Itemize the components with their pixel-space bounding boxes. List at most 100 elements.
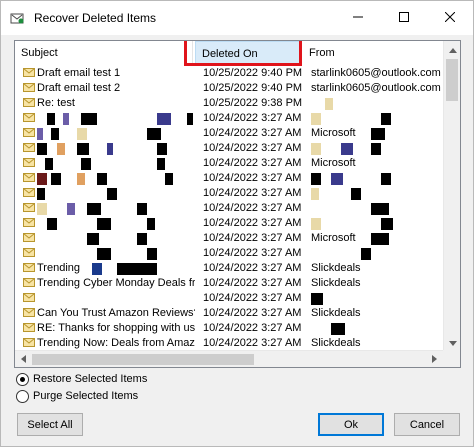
redaction-block xyxy=(371,128,385,140)
redaction-block xyxy=(37,128,43,140)
row-subject-text: Draft email test 2 xyxy=(37,82,121,94)
redaction-block xyxy=(381,218,393,230)
redaction-block xyxy=(157,113,171,125)
row-deleted-on-cell: 10/24/2022 3:27 AM xyxy=(203,337,302,349)
table-row[interactable]: Draft email test 2 10/25/2022 9:40 PM star… xyxy=(15,81,443,96)
table-row[interactable]: 10/24/2022 3:27 AM xyxy=(15,186,443,201)
row-deleted-on-cell: 10/24/2022 3:27 AM xyxy=(203,127,302,139)
redaction-block xyxy=(311,173,321,185)
row-deleted-on-cell: 10/24/2022 3:27 AM xyxy=(203,247,302,259)
envelope-icon xyxy=(23,98,35,107)
table-row[interactable]: 10/24/2022 3:27 AM xyxy=(15,246,443,261)
table-row[interactable]: RE: Thanks for shopping with us! ... 10/2… xyxy=(15,321,443,336)
table-row[interactable]: 10/24/2022 3:27 AM Microsoft xyxy=(15,126,443,141)
deleted-items-list[interactable]: Subject Deleted On From Draft email test… xyxy=(14,40,461,368)
column-header-subject[interactable]: Subject xyxy=(15,41,193,65)
table-row[interactable]: 10/24/2022 3:27 AM Microsoft xyxy=(15,156,443,171)
table-row[interactable]: Can You Trust Amazon Reviews? ... 10/24/2… xyxy=(15,306,443,321)
row-subject-cell: Trending Cyber Monday Deals fro... xyxy=(23,276,195,291)
row-subject-text: Trending xyxy=(37,262,81,274)
scroll-up-icon xyxy=(448,44,457,56)
redaction-block xyxy=(97,218,111,230)
horizontal-scroll-thumb[interactable] xyxy=(32,354,254,365)
title-bar[interactable]: Recover Deleted Items xyxy=(1,1,473,35)
scroll-left-button[interactable] xyxy=(15,351,32,367)
envelope-icon xyxy=(23,68,35,77)
row-from-cell xyxy=(311,291,443,306)
table-row[interactable]: 10/24/2022 3:27 AM xyxy=(15,141,443,156)
row-subject-text: Can You Trust Amazon Reviews? ... xyxy=(37,307,195,319)
redaction-block xyxy=(157,158,165,170)
table-row[interactable]: 10/24/2022 3:27 AM xyxy=(15,201,443,216)
redaction-block xyxy=(77,143,89,155)
redaction-block xyxy=(371,233,389,245)
redaction-block xyxy=(67,203,75,215)
table-row[interactable]: 10/24/2022 3:27 AM xyxy=(15,216,443,231)
minimize-icon xyxy=(353,12,363,25)
redaction-block xyxy=(311,98,323,110)
vertical-scrollbar[interactable] xyxy=(443,41,460,351)
redaction-block xyxy=(37,143,47,155)
table-row[interactable]: Re: test 10/25/2022 9:38 PM xyxy=(15,96,443,111)
envelope-icon xyxy=(23,218,35,227)
row-subject-cell: Draft email test 1 xyxy=(23,66,195,81)
redaction-block xyxy=(361,248,371,260)
row-deleted-on-cell: 10/24/2022 3:27 AM xyxy=(203,322,302,334)
redaction-block xyxy=(47,113,55,125)
close-button[interactable] xyxy=(427,1,473,35)
row-deleted-on-cell: 10/24/2022 3:27 AM xyxy=(203,202,302,214)
row-subject-cell: Trending Now: Deals from Amazo... xyxy=(23,336,195,351)
redaction-block xyxy=(107,143,113,155)
purge-selected-option[interactable]: Purge Selected Items xyxy=(16,388,138,404)
row-from-cell: Microsoft xyxy=(311,157,356,169)
redaction-block xyxy=(137,203,147,215)
row-subject-text: Trending Now: Deals from Amazo... xyxy=(37,337,195,349)
restore-selected-option[interactable]: Restore Selected Items xyxy=(16,371,147,387)
row-subject-cell xyxy=(23,201,195,216)
row-subject-cell: Draft email test 2 xyxy=(23,81,195,96)
row-subject-cell: Re: test xyxy=(23,96,195,111)
horizontal-scrollbar[interactable] xyxy=(15,350,443,367)
row-subject-text: Trending Cyber Monday Deals fro... xyxy=(37,277,195,289)
scroll-right-button[interactable] xyxy=(426,351,443,367)
table-row[interactable]: Trending Cyber Monday Deals fro... 10/24/… xyxy=(15,276,443,291)
table-row[interactable]: 10/24/2022 3:27 AM xyxy=(15,171,443,186)
envelope-icon xyxy=(23,143,35,152)
redaction-block xyxy=(147,248,157,260)
row-subject-cell: Trending xyxy=(23,261,195,276)
maximize-button[interactable] xyxy=(381,1,427,35)
table-row[interactable]: 10/24/2022 3:27 AM xyxy=(15,111,443,126)
scroll-down-button[interactable] xyxy=(444,334,460,351)
cancel-button[interactable]: Cancel xyxy=(394,413,460,436)
redaction-block xyxy=(311,293,323,305)
row-deleted-on-cell: 10/24/2022 3:27 AM xyxy=(203,277,302,289)
ok-button[interactable]: Ok xyxy=(318,413,384,436)
table-row[interactable]: Trending 10/24/2022 3:27 AM Slickdeals xyxy=(15,261,443,276)
envelope-icon xyxy=(23,323,35,332)
select-all-button[interactable]: Select All xyxy=(17,413,83,436)
row-subject-text: Draft email test 1 xyxy=(37,67,121,79)
row-from-cell: starlink0605@outlook.com xyxy=(311,82,441,94)
minimize-button[interactable] xyxy=(335,1,381,35)
scroll-up-button[interactable] xyxy=(444,41,460,58)
redaction-block xyxy=(45,158,53,170)
column-header-from[interactable]: From xyxy=(303,41,443,65)
row-deleted-on-cell: 10/25/2022 9:38 PM xyxy=(203,97,303,109)
restore-radio[interactable] xyxy=(16,372,29,386)
envelope-icon xyxy=(23,308,35,317)
table-row[interactable]: Trending Now: Deals from Amazo... 10/24/2… xyxy=(15,336,443,351)
row-subject-cell xyxy=(23,126,195,141)
purge-radio[interactable] xyxy=(16,389,29,403)
redaction-block xyxy=(311,143,321,155)
table-row[interactable]: 10/24/2022 3:27 AM Microsoft xyxy=(15,231,443,246)
row-deleted-on-cell: 10/24/2022 3:27 AM xyxy=(203,292,302,304)
column-header-deleted-on[interactable]: Deleted On xyxy=(195,41,301,65)
maximize-icon xyxy=(399,11,409,25)
list-rows: Draft email test 1 10/25/2022 9:40 PM star… xyxy=(15,66,443,367)
table-row[interactable]: 10/24/2022 3:27 AM xyxy=(15,291,443,306)
row-from-cell: Slickdeals xyxy=(311,277,361,289)
table-row[interactable]: Draft email test 1 10/25/2022 9:40 PM star… xyxy=(15,66,443,81)
row-deleted-on-cell: 10/24/2022 3:27 AM xyxy=(203,307,302,319)
vertical-scroll-thumb[interactable] xyxy=(446,59,458,101)
scroll-down-icon xyxy=(448,337,457,349)
